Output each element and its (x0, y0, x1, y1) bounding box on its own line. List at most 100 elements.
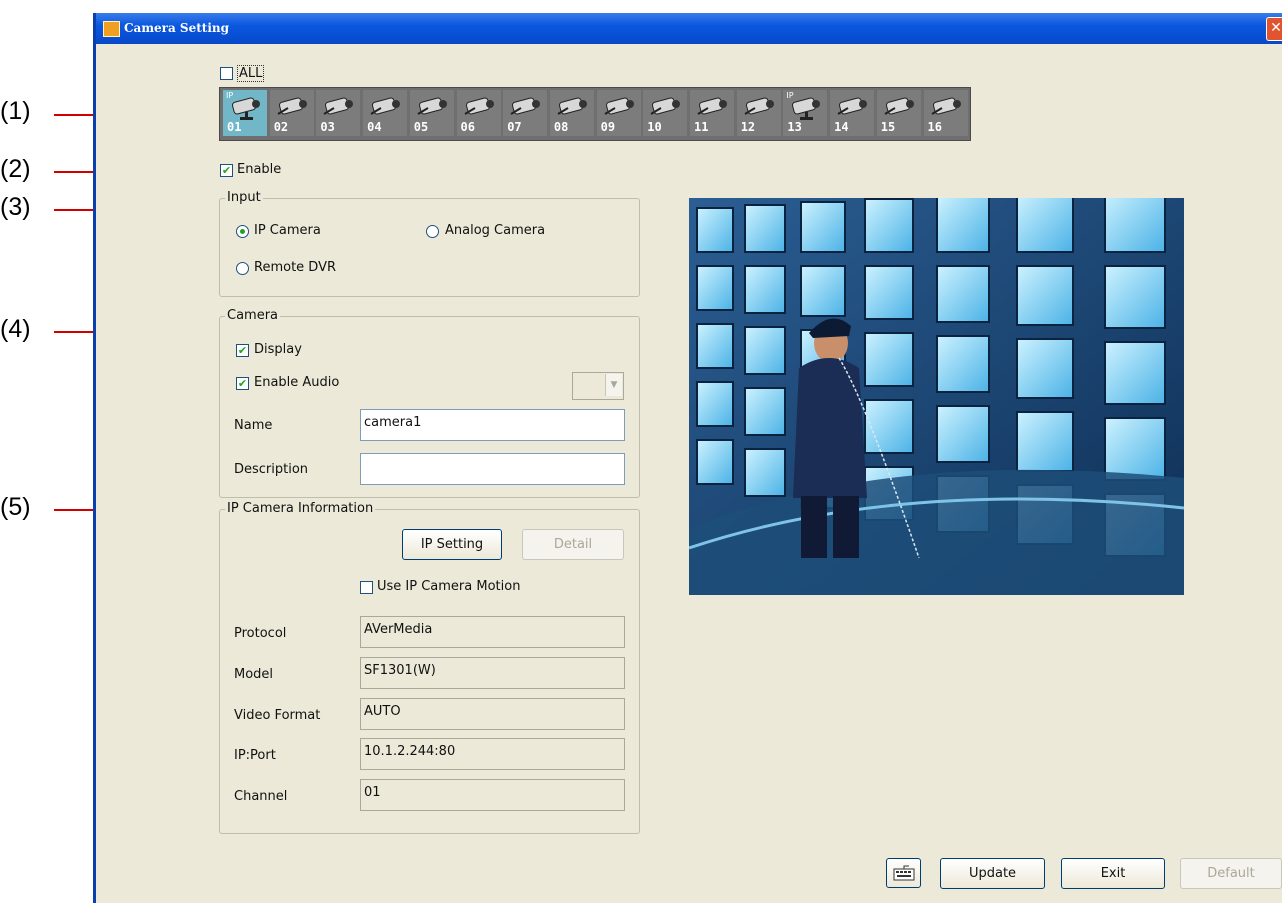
input-group: Input IP Camera Analog Camera Remote DVR (219, 190, 640, 297)
camera-number: 14 (834, 120, 849, 134)
title-bar[interactable]: Camera Setting ✕ (96, 13, 1282, 44)
camera-channel-13[interactable]: IP 13 (783, 90, 828, 136)
ip-camera-label: IP Camera (254, 223, 321, 238)
remote-dvr-radio[interactable] (236, 262, 249, 275)
monitor-screen (936, 335, 990, 393)
camera-channel-05[interactable]: 05 (409, 90, 454, 136)
callout-1: (1) (0, 97, 31, 125)
camera-icon (744, 97, 774, 115)
camera-icon (277, 97, 307, 115)
camera-number: 16 (927, 120, 942, 134)
monitor-screen (936, 405, 990, 463)
callout-3: (3) (0, 193, 31, 221)
enable-label: Enable (237, 162, 282, 177)
camera-icon (884, 97, 914, 115)
camera-channel-08[interactable]: 08 (549, 90, 594, 136)
name-field[interactable]: camera1 (360, 409, 625, 441)
detail-button[interactable]: Detail (522, 529, 624, 560)
update-button[interactable]: Update (940, 858, 1045, 889)
camera-icon (650, 97, 681, 115)
camera-number: 06 (460, 120, 475, 134)
camera-icon (697, 97, 727, 115)
camera-setting-window: Camera Setting ✕ ALL IP 01 02 03 04 05 06 07 08 0… (93, 13, 1282, 903)
description-field[interactable] (360, 453, 625, 485)
camera-number: 07 (507, 120, 522, 134)
camera-number: 09 (600, 120, 616, 134)
camera-group: Camera ✔ Display ✔ Enable Audio ▼ Name c… (219, 308, 640, 498)
analog-camera-radio[interactable] (426, 225, 439, 238)
display-label: Display (254, 342, 302, 357)
callout-2: (2) (0, 155, 31, 183)
default-button[interactable]: Default (1180, 858, 1282, 889)
video-format-field: AUTO (360, 698, 625, 730)
all-label: ALL (237, 65, 265, 82)
analog-camera-label: Analog Camera (445, 223, 546, 238)
ip-camera-info-title: IP Camera Information (225, 501, 376, 516)
monitor-screen (696, 381, 734, 427)
camera-channel-04[interactable]: 04 (363, 90, 408, 136)
enable-audio-checkbox[interactable]: ✔ (236, 377, 249, 390)
model-field: SF1301(W) (360, 657, 625, 689)
ip-setting-button[interactable]: IP Setting (402, 529, 502, 560)
monitor-screen (696, 265, 734, 311)
camera-number: 11 (694, 120, 709, 134)
monitor-screen (1104, 341, 1166, 405)
monitor-screen (744, 448, 786, 497)
chevron-down-icon: ▼ (605, 374, 622, 396)
protocol-label: Protocol (234, 626, 287, 641)
monitor-screen (800, 265, 846, 317)
camera-icon (463, 97, 494, 115)
video-format-label: Video Format (234, 708, 321, 723)
camera-channel-07[interactable]: 07 (503, 90, 548, 136)
all-checkbox[interactable] (220, 67, 233, 80)
name-label: Name (234, 418, 273, 433)
camera-icon (837, 97, 868, 115)
monitor-screen (864, 332, 914, 387)
camera-preview-image (689, 198, 1184, 595)
close-button[interactable]: ✕ (1266, 17, 1282, 41)
callout-4: (4) (0, 315, 31, 343)
camera-number: 03 (320, 120, 335, 134)
ip-camera-radio[interactable] (236, 225, 249, 238)
monitor-screen (696, 207, 734, 253)
camera-channel-01[interactable]: IP 01 (223, 90, 267, 136)
camera-number: 02 (273, 120, 289, 134)
camera-icon (930, 97, 961, 115)
camera-channel-strip: IP 01 02 03 04 05 06 07 08 09 10 11 12 IP 13 14 15 16 (219, 87, 971, 141)
monitor-screen (1016, 411, 1074, 472)
monitor-screen (1104, 265, 1166, 329)
camera-channel-10[interactable]: 10 (643, 90, 688, 136)
camera-number: 10 (647, 120, 662, 134)
monitor-screen (1016, 338, 1074, 399)
camera-icon (792, 97, 821, 120)
camera-channel-12[interactable]: 12 (736, 90, 781, 136)
enable-checkbox[interactable]: ✔ (220, 164, 233, 177)
ip-port-label: IP:Port (234, 748, 276, 763)
camera-channel-02[interactable]: 02 (269, 90, 314, 136)
channel-label: Channel (234, 789, 288, 804)
input-group-title: Input (225, 190, 263, 205)
monitor-screen (936, 198, 990, 253)
camera-channel-15[interactable]: 15 (876, 90, 921, 136)
camera-channel-14[interactable]: 14 (830, 90, 875, 136)
camera-number: 12 (740, 120, 756, 134)
ip-camera-info-group: IP Camera Information IP Setting Detail … (219, 501, 640, 834)
keyboard-button[interactable] (886, 858, 921, 888)
exit-button[interactable]: Exit (1061, 858, 1165, 889)
camera-channel-06[interactable]: 06 (456, 90, 501, 136)
display-checkbox[interactable]: ✔ (236, 344, 249, 357)
monitor-screen (744, 326, 786, 375)
channel-field: 01 (360, 779, 625, 811)
camera-channel-11[interactable]: 11 (690, 90, 734, 136)
monitor-screen (1016, 265, 1074, 326)
camera-icon (323, 97, 354, 115)
audio-channel-select[interactable]: ▼ (572, 372, 624, 400)
camera-channel-16[interactable]: 16 (923, 90, 968, 136)
camera-number: 04 (367, 120, 382, 134)
monitor-screen (1016, 198, 1074, 253)
camera-channel-03[interactable]: 03 (316, 90, 361, 136)
camera-number: 15 (880, 120, 896, 134)
camera-channel-09[interactable]: 09 (596, 90, 641, 136)
use-ip-camera-motion-checkbox[interactable] (360, 581, 373, 594)
camera-icon (557, 97, 587, 115)
